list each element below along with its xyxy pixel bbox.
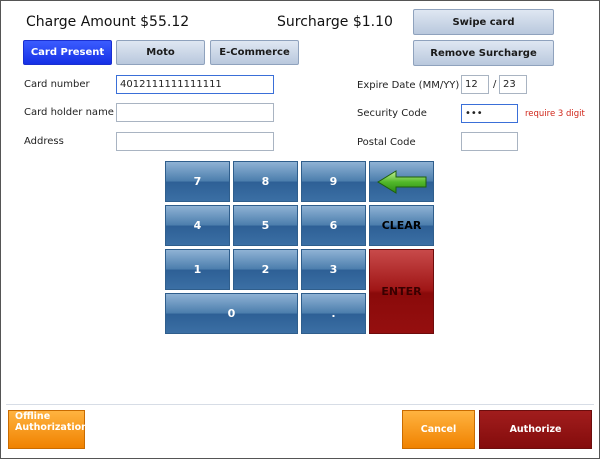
charge-amount: Charge Amount $55.12 [26,14,190,30]
address-input[interactable] [116,132,274,151]
key-4[interactable]: 4 [165,205,230,246]
key-7[interactable]: 7 [165,161,230,202]
key-1[interactable]: 1 [165,249,230,290]
backspace-key[interactable] [369,161,434,202]
key-2[interactable]: 2 [233,249,298,290]
postal-code-input[interactable] [461,132,518,151]
card-holder-input[interactable] [116,103,274,122]
expire-year-input[interactable]: 23 [499,75,527,94]
card-number-label: Card number [24,79,90,90]
security-code-label: Security Code [357,108,427,119]
surcharge-amount: Surcharge $1.10 [277,14,393,30]
tab-moto[interactable]: Moto [116,40,205,65]
offline-authorization-line2: Authorization [15,422,88,433]
swipe-card-button[interactable]: Swipe card [413,9,554,35]
key-9[interactable]: 9 [301,161,366,202]
key-3[interactable]: 3 [301,249,366,290]
footer-divider [6,404,594,405]
card-number-input[interactable]: 4012111111111111 [116,75,274,94]
expire-month-input[interactable]: 12 [461,75,489,94]
key-5[interactable]: 5 [233,205,298,246]
postal-code-label: Postal Code [357,137,416,148]
payment-window [0,0,600,459]
key-0[interactable]: 0 [165,293,298,334]
enter-key[interactable]: ENTER [369,249,434,334]
remove-surcharge-button[interactable]: Remove Surcharge [413,40,554,66]
backspace-arrow-icon [376,169,426,194]
cancel-button[interactable]: Cancel [402,410,475,449]
offline-authorization-line1: Offline [15,411,51,422]
address-label: Address [24,136,64,147]
tab-e-commerce[interactable]: E-Commerce [210,40,299,65]
offline-authorization-button[interactable]: Offline Authorization [8,410,88,449]
key-6[interactable]: 6 [301,205,366,246]
security-code-input[interactable]: ••• [461,104,518,123]
key-decimal[interactable]: . [301,293,366,334]
key-8[interactable]: 8 [233,161,298,202]
security-code-hint: require 3 digit [525,109,585,119]
card-holder-label: Card holder name [24,107,114,118]
tab-card-present[interactable]: Card Present [23,40,112,65]
expire-separator: / [493,79,497,90]
authorize-button[interactable]: Authorize [479,410,592,449]
expire-date-label: Expire Date (MM/YY) [357,80,460,91]
clear-key[interactable]: CLEAR [369,205,434,246]
